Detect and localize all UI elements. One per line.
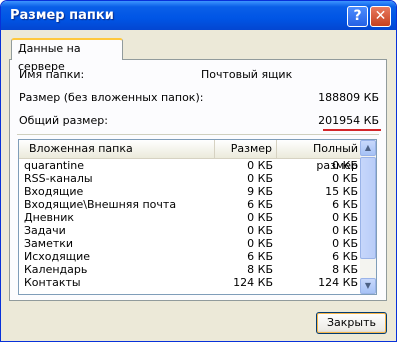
- table-row[interactable]: Заметки 0 КБ 0 КБ: [19, 237, 360, 250]
- cell-size: 9 КБ: [247, 185, 273, 198]
- cell-size: 6 КБ: [247, 198, 273, 211]
- table-row[interactable]: Входящие\Внешняя почта 6 КБ 6 КБ: [19, 198, 360, 211]
- cell-size: 124 КБ: [233, 276, 273, 289]
- total-size-value: 201954 КБ: [318, 114, 379, 127]
- table-row[interactable]: Контакты 124 КБ 124 КБ: [19, 276, 360, 289]
- cell-size: 0 КБ: [247, 172, 273, 185]
- chevron-down-icon: ▼: [364, 281, 372, 290]
- cell-folder-name: Заметки: [24, 237, 74, 250]
- cell-folder-name: Задачи: [24, 224, 66, 237]
- column-header-total[interactable]: Полный размер: [277, 140, 360, 172]
- cell-folder-name: Календарь: [24, 263, 88, 276]
- table-row[interactable]: Календарь 8 КБ 8 КБ: [19, 263, 360, 276]
- table-row[interactable]: Входящие 9 КБ 15 КБ: [19, 185, 360, 198]
- folder-name-value: Почтовый ящик: [201, 68, 293, 81]
- subfolder-list[interactable]: Вложенная папка Размер Полный размер qua…: [18, 139, 361, 295]
- cell-size: 0 КБ: [247, 211, 273, 224]
- cell-folder-name: Входящие: [24, 185, 84, 198]
- cell-total-size: 124 КБ: [318, 276, 358, 289]
- total-size-label: Общий размер:: [19, 114, 108, 127]
- cell-total-size: 0 КБ: [332, 224, 358, 237]
- table-row[interactable]: RSS-каналы 0 КБ 0 КБ: [19, 172, 360, 185]
- scroll-thumb[interactable]: [360, 157, 376, 259]
- cell-total-size: 6 КБ: [332, 198, 358, 211]
- column-header-size[interactable]: Размер: [215, 140, 277, 158]
- table-row[interactable]: Дневник 0 КБ 0 КБ: [19, 211, 360, 224]
- table-row[interactable]: Задачи 0 КБ 0 КБ: [19, 224, 360, 237]
- cell-size: 0 КБ: [247, 159, 273, 172]
- vertical-scrollbar[interactable]: ▲ ▼: [360, 139, 377, 295]
- cell-total-size: 15 КБ: [325, 185, 358, 198]
- separator: [17, 134, 379, 135]
- cell-folder-name: Дневник: [24, 211, 75, 224]
- close-button[interactable]: Закрыть: [316, 312, 387, 334]
- cell-total-size: 0 КБ: [332, 237, 358, 250]
- help-button[interactable]: ?: [347, 6, 368, 27]
- close-icon: ✕: [374, 8, 387, 24]
- title-bar[interactable]: Размер папки ? ✕: [1, 1, 396, 30]
- size-label: Размер (без вложенных папок):: [19, 91, 204, 104]
- folder-size-dialog: Размер папки ? ✕ Данные на сервере Имя п…: [0, 0, 397, 342]
- size-value: 188809 КБ: [318, 91, 379, 104]
- total-size-underline: [323, 129, 381, 131]
- scroll-up-button[interactable]: ▲: [360, 140, 376, 156]
- cell-total-size: 0 КБ: [332, 159, 358, 172]
- cell-total-size: 0 КБ: [332, 211, 358, 224]
- table-row[interactable]: Исходящие 6 КБ 6 КБ: [19, 250, 360, 263]
- cell-folder-name: RSS-каналы: [24, 172, 93, 185]
- chevron-up-icon: ▲: [364, 143, 372, 152]
- table-row[interactable]: quarantine 0 КБ 0 КБ: [19, 159, 360, 172]
- cell-size: 6 КБ: [247, 250, 273, 263]
- cell-folder-name: Контакты: [24, 276, 81, 289]
- cell-total-size: 8 КБ: [332, 263, 358, 276]
- cell-folder-name: Исходящие: [24, 250, 91, 263]
- cell-size: 0 КБ: [247, 224, 273, 237]
- column-header-folder[interactable]: Вложенная папка: [19, 140, 215, 158]
- cell-folder-name: quarantine: [24, 159, 85, 172]
- cell-total-size: 0 КБ: [332, 172, 358, 185]
- cell-total-size: 6 КБ: [332, 250, 358, 263]
- tab-server-data[interactable]: Данные на сервере: [11, 38, 123, 73]
- cell-size: 0 КБ: [247, 237, 273, 250]
- scroll-down-button[interactable]: ▼: [360, 278, 376, 294]
- close-window-button[interactable]: ✕: [370, 6, 391, 27]
- cell-folder-name: Входящие\Внешняя почта: [24, 198, 177, 211]
- window-title: Размер папки: [10, 8, 114, 23]
- help-icon: ?: [353, 8, 362, 24]
- list-header: Вложенная папка Размер Полный размер: [19, 140, 360, 172]
- cell-size: 8 КБ: [247, 263, 273, 276]
